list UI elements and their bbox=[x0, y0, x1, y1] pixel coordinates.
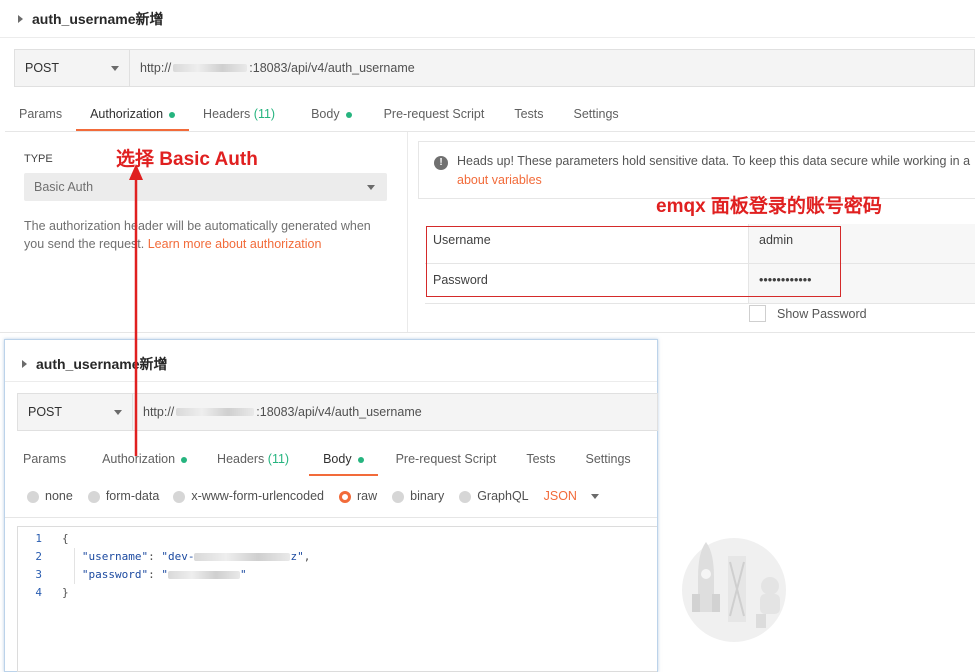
url-input[interactable]: http:// :18083/api/v4/auth_username bbox=[133, 394, 422, 430]
radio-icon bbox=[173, 490, 186, 503]
tab-tests[interactable]: Tests bbox=[500, 107, 557, 129]
notice-text: Heads up! These parameters hold sensitiv… bbox=[457, 154, 971, 168]
request-title-text: auth_username新增 bbox=[36, 356, 168, 372]
tab-headers[interactable]: Headers (11) bbox=[203, 452, 303, 474]
tab-body[interactable]: Body bbox=[309, 452, 378, 476]
code-line: 1{ bbox=[35, 532, 69, 545]
auth-type-select[interactable]: Basic Auth bbox=[24, 173, 387, 201]
indent-guide bbox=[74, 548, 75, 584]
divider bbox=[0, 37, 975, 38]
auth-help-text: The authorization header will be automat… bbox=[24, 217, 394, 253]
tabs-divider bbox=[5, 131, 975, 132]
chevron-down-icon bbox=[590, 493, 599, 499]
tab-params[interactable]: Params bbox=[9, 452, 80, 474]
enabled-dot-icon bbox=[181, 456, 188, 463]
top-tabs: Params Authorization Headers (11) Body P… bbox=[5, 107, 633, 131]
panel-divider bbox=[407, 132, 408, 332]
json-editor[interactable]: 1{ 2 "username": "dev-z", 3 "password": … bbox=[17, 526, 657, 672]
tab-pre-request-script[interactable]: Pre-request Script bbox=[370, 107, 499, 129]
chevron-down-icon bbox=[367, 184, 375, 190]
annotation-emqx-credentials: emqx 面板登录的账号密码 bbox=[656, 196, 882, 217]
code-line: 3 "password": " " bbox=[35, 568, 247, 581]
info-icon: ! bbox=[434, 156, 448, 170]
radio-graphql[interactable]: GraphQL bbox=[459, 489, 529, 503]
show-password-label: Show Password bbox=[777, 306, 867, 321]
url-suffix: :18083/api/v4/auth_username bbox=[249, 61, 415, 75]
auth-type-label: TYPE bbox=[24, 153, 53, 165]
redacted-password bbox=[167, 571, 240, 579]
radio-icon bbox=[392, 490, 405, 503]
show-password-toggle[interactable]: Show Password bbox=[749, 305, 867, 322]
enabled-dot-icon bbox=[169, 111, 176, 118]
empty-state-illustration bbox=[682, 538, 786, 642]
url-suffix: :18083/api/v4/auth_username bbox=[256, 405, 422, 419]
radio-raw[interactable]: raw bbox=[339, 489, 377, 503]
chevron-down-icon bbox=[111, 65, 119, 71]
top-url-bar: POST http:// :18083/api/v4/auth_username bbox=[14, 49, 975, 87]
radio-form-data[interactable]: form-data bbox=[87, 489, 159, 503]
request-title-text: auth_username新增 bbox=[32, 11, 164, 27]
credentials-highlight-box bbox=[426, 226, 841, 297]
expand-caret-icon[interactable] bbox=[18, 15, 23, 23]
annotation-arrow bbox=[129, 164, 143, 456]
checkbox[interactable] bbox=[749, 305, 766, 322]
code-line: 4} bbox=[35, 586, 69, 599]
method-select[interactable]: POST bbox=[15, 50, 130, 86]
method-value: POST bbox=[28, 405, 63, 419]
chevron-down-icon bbox=[114, 409, 122, 415]
method-value: POST bbox=[25, 61, 60, 75]
bottom-tabs: Params Authorization Headers (11) Body P… bbox=[9, 452, 645, 476]
redacted-host bbox=[176, 408, 255, 416]
redacted-host bbox=[173, 64, 248, 72]
code-line: 2 "username": "dev-z", bbox=[35, 550, 311, 563]
radio-x-www-form-urlencoded[interactable]: x-www-form-urlencoded bbox=[173, 489, 324, 503]
radio-selected-icon bbox=[339, 490, 351, 503]
url-input[interactable]: http:// :18083/api/v4/auth_username bbox=[130, 50, 415, 86]
body-type-options: none form-data x-www-form-urlencoded raw… bbox=[27, 489, 599, 503]
tab-authorization[interactable]: Authorization bbox=[76, 107, 190, 131]
tab-params[interactable]: Params bbox=[5, 107, 76, 129]
redacted-username bbox=[194, 553, 291, 561]
bottom-request-panel: auth_username新增 POST http:// :18083/api/… bbox=[4, 339, 658, 672]
code-lines: 1{ 2 "username": "dev-z", 3 "password": … bbox=[18, 530, 310, 602]
tab-body[interactable]: Body bbox=[297, 107, 366, 129]
divider bbox=[5, 381, 657, 382]
learn-more-auth-link[interactable]: Learn more about authorization bbox=[148, 237, 322, 251]
enabled-dot-icon bbox=[345, 111, 352, 118]
radio-icon bbox=[27, 490, 39, 503]
method-select[interactable]: POST bbox=[18, 394, 133, 430]
radio-none[interactable]: none bbox=[27, 489, 73, 503]
format-select[interactable]: JSON bbox=[544, 489, 599, 503]
url-prefix: http:// bbox=[140, 61, 172, 75]
tab-tests[interactable]: Tests bbox=[512, 452, 569, 474]
radio-icon bbox=[459, 490, 472, 503]
tab-headers[interactable]: Headers (11) bbox=[189, 107, 289, 129]
tab-settings[interactable]: Settings bbox=[560, 107, 633, 129]
expand-caret-icon[interactable] bbox=[22, 360, 27, 368]
tab-pre-request-script[interactable]: Pre-request Script bbox=[382, 452, 511, 474]
enabled-dot-icon bbox=[357, 456, 364, 463]
url-prefix: http:// bbox=[143, 405, 175, 419]
radio-binary[interactable]: binary bbox=[392, 489, 444, 503]
top-request-title[interactable]: auth_username新增 bbox=[18, 9, 163, 29]
variables-link[interactable]: about variables bbox=[457, 171, 975, 190]
radio-icon bbox=[87, 490, 100, 503]
body-divider bbox=[5, 517, 657, 518]
bottom-url-bar: POST http:// :18083/api/v4/auth_username bbox=[17, 393, 658, 431]
tab-settings[interactable]: Settings bbox=[572, 452, 645, 474]
auth-type-value: Basic Auth bbox=[34, 180, 94, 194]
